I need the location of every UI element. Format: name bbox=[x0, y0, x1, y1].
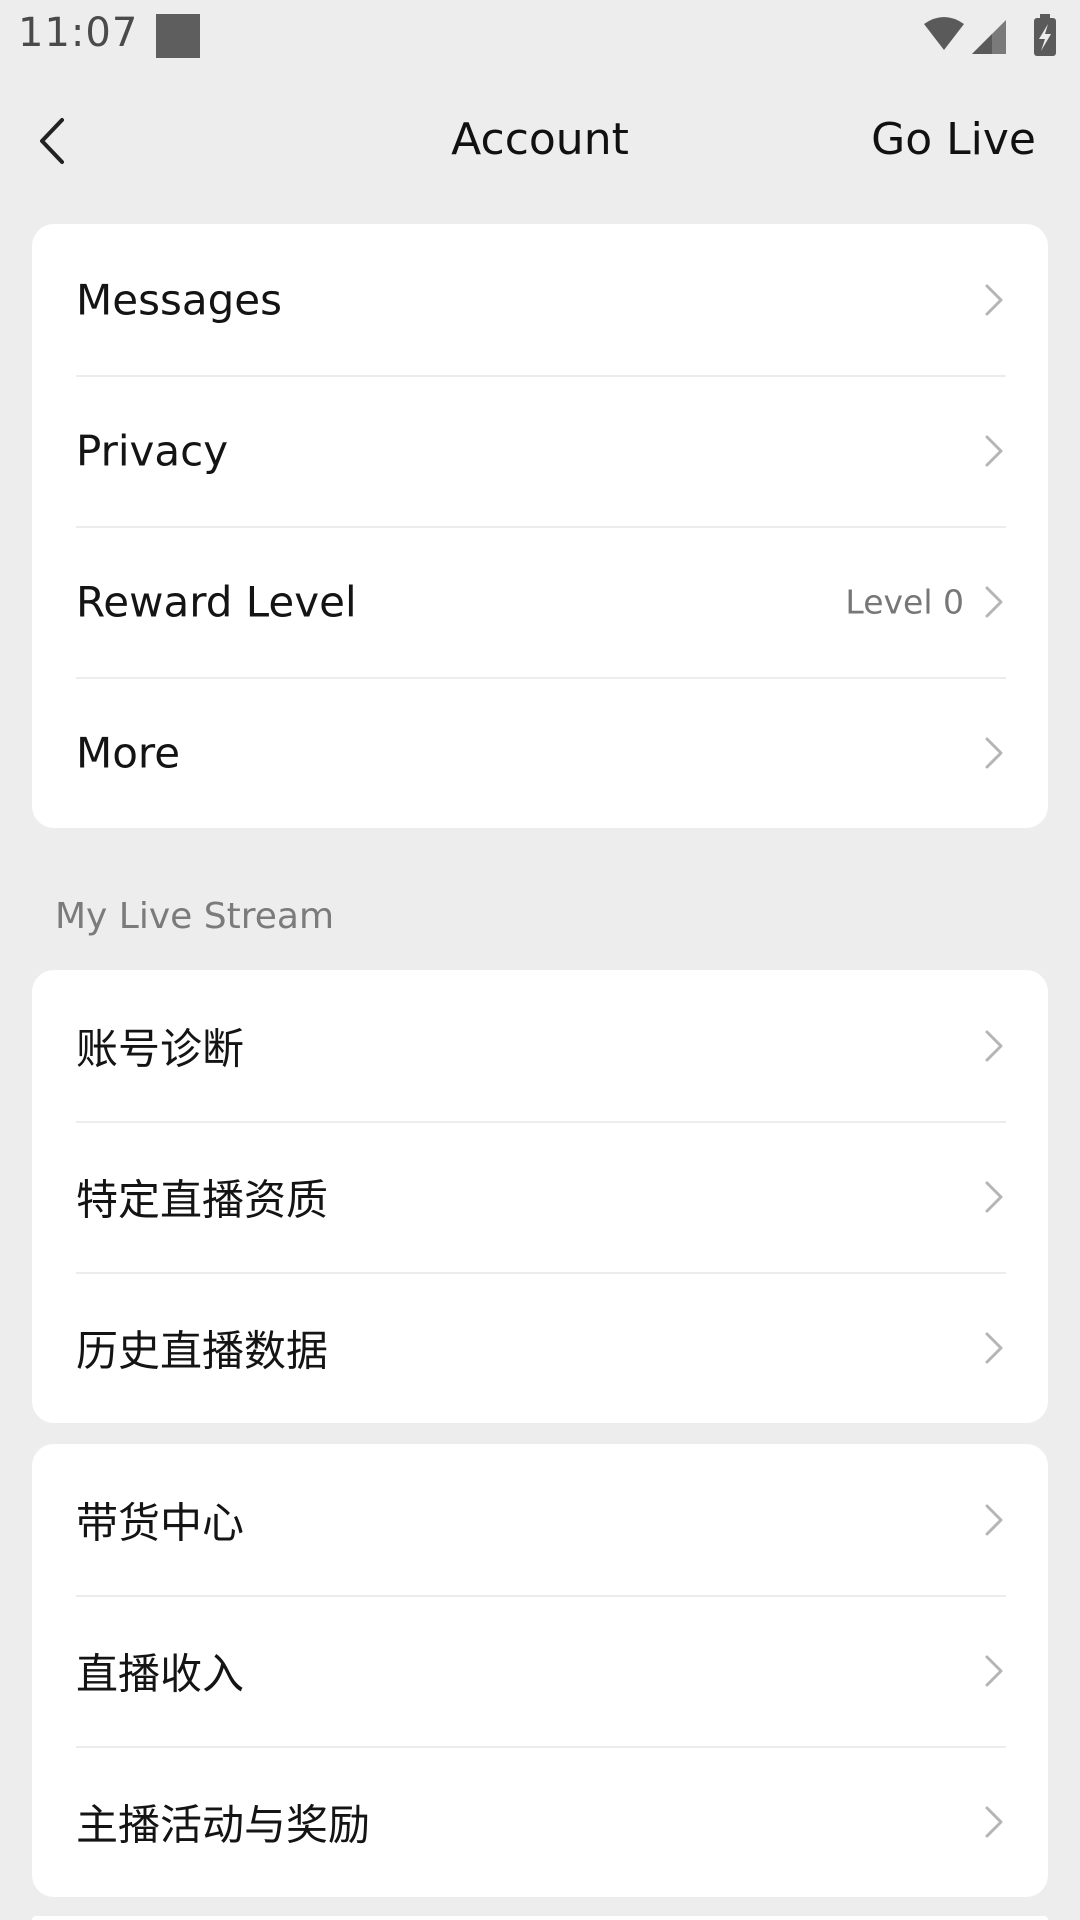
wifi-icon bbox=[924, 17, 964, 50]
row-more[interactable]: More bbox=[32, 677, 1048, 828]
chevron-right-icon bbox=[985, 1332, 1003, 1363]
chevron-right-icon bbox=[985, 1181, 1003, 1212]
row-label: Messages bbox=[76, 275, 282, 324]
chevron-right-icon bbox=[985, 284, 1003, 315]
live-stream-card: 账号诊断 特定直播资质 历史直播数据 bbox=[32, 970, 1048, 1423]
row-label: 历史直播数据 bbox=[76, 1326, 329, 1375]
chevron-right-icon bbox=[985, 1806, 1003, 1837]
row-privacy[interactable]: Privacy bbox=[32, 375, 1048, 526]
notification-icon bbox=[156, 14, 200, 58]
go-live-button[interactable]: Go Live bbox=[871, 114, 1036, 165]
chevron-right-icon bbox=[985, 586, 1003, 617]
row-host-activities[interactable]: 主播活动与奖励 bbox=[32, 1746, 1048, 1897]
chevron-right-icon bbox=[985, 435, 1003, 466]
row-label: More bbox=[76, 728, 181, 777]
row-label: 带货中心 bbox=[76, 1498, 245, 1547]
row-sales-center[interactable]: 带货中心 bbox=[32, 1444, 1048, 1595]
status-icons bbox=[924, 14, 1056, 56]
account-settings-card: Messages Privacy Reward Level Level 0 Mo… bbox=[32, 224, 1048, 828]
row-live-history[interactable]: 历史直播数据 bbox=[32, 1272, 1048, 1423]
status-bar: 11:07 bbox=[0, 0, 1080, 72]
next-card-edge bbox=[32, 1916, 1048, 1920]
chevron-right-icon bbox=[985, 737, 1003, 768]
row-label: Reward Level bbox=[76, 577, 357, 626]
row-live-income[interactable]: 直播收入 bbox=[32, 1595, 1048, 1746]
status-time: 11:07 bbox=[18, 10, 139, 56]
row-messages[interactable]: Messages bbox=[32, 224, 1048, 375]
row-reward-level[interactable]: Reward Level Level 0 bbox=[32, 526, 1048, 677]
row-live-qualification[interactable]: 特定直播资质 bbox=[32, 1121, 1048, 1272]
battery-icon bbox=[1034, 14, 1056, 56]
row-label: 主播活动与奖励 bbox=[76, 1800, 371, 1849]
reward-level-value: Level 0 bbox=[845, 582, 964, 621]
nav-bar: Account Go Live bbox=[0, 72, 1080, 208]
row-label: 账号诊断 bbox=[76, 1024, 245, 1073]
row-account-diagnosis[interactable]: 账号诊断 bbox=[32, 970, 1048, 1121]
row-label: 特定直播资质 bbox=[76, 1175, 329, 1224]
commerce-card: 带货中心 直播收入 主播活动与奖励 bbox=[32, 1444, 1048, 1897]
section-title: My Live Stream bbox=[55, 896, 335, 937]
chevron-right-icon bbox=[985, 1030, 1003, 1061]
chevron-right-icon bbox=[985, 1504, 1003, 1535]
row-label: Privacy bbox=[76, 426, 229, 475]
chevron-right-icon bbox=[985, 1655, 1003, 1686]
row-label: 直播收入 bbox=[76, 1649, 245, 1698]
